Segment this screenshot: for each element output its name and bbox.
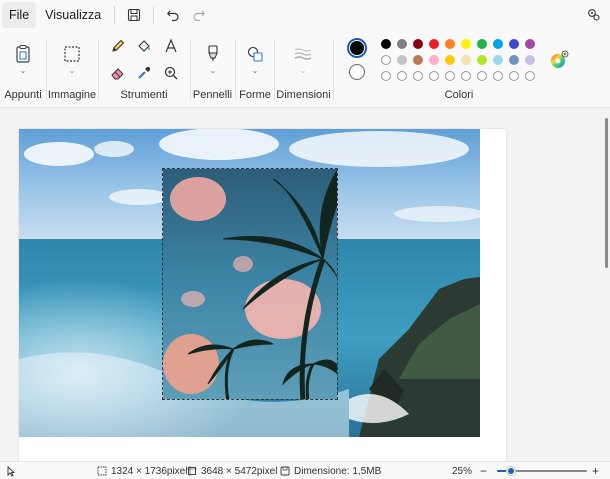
brushes-label: Pennelli [192,89,233,101]
empty-color-swatch[interactable] [397,71,407,81]
size-group: ⌄ Dimensioni [275,30,332,108]
save-icon[interactable] [121,2,147,28]
empty-color-swatch[interactable] [525,71,535,81]
clipboard-group: ⌄ Appunti [0,30,46,108]
clipboard-icon[interactable] [11,42,35,66]
pencil-icon[interactable] [106,34,130,58]
settings-icon[interactable] [582,3,606,27]
size-label: Dimensioni [276,89,331,101]
color-swatch[interactable] [381,39,391,49]
tools-group: Strumenti [99,30,189,108]
clipboard-label: Appunti [4,89,42,101]
file-menu[interactable]: File [2,2,37,28]
primary-color-swatch [350,41,364,55]
zoom-slider-track [497,464,587,478]
status-bar: 1324 × 1736pixel 3648 × 5472pixel Dimens… [0,461,610,479]
menu-separator [153,6,155,24]
tools-label: Strumenti [120,89,168,101]
pasted-selection[interactable] [162,168,338,400]
shapes-group: ⌄ Forme [236,30,274,108]
zoom-slider-thumb[interactable] [506,466,516,476]
color-picker-icon[interactable] [132,61,156,85]
color-swatch[interactable] [477,55,487,65]
color-swatch[interactable] [493,39,503,49]
pointer-icon [6,464,16,478]
colors-group: Colori [334,30,584,108]
menu-separator [114,6,116,24]
chevron-down-icon[interactable]: ⌄ [18,66,28,75]
image-label: Immagine [47,89,97,101]
edit-colors-icon[interactable] [547,48,571,72]
color-swatch[interactable] [381,55,391,65]
empty-color-swatch[interactable] [381,71,391,81]
zoom-out-icon[interactable]: − [480,464,487,478]
color-swatch[interactable] [429,39,439,49]
color-swatch[interactable] [525,55,535,65]
brushes-group: ⌄ Pennelli [191,30,234,108]
undo-icon[interactable] [160,2,186,28]
image-size-text: 3648 × 5472pixel [201,465,278,477]
chevron-down-icon[interactable]: ⌄ [250,66,260,75]
chevron-down-icon[interactable]: ⌄ [67,66,77,75]
color-swatch[interactable] [413,55,423,65]
stroke-size-icon[interactable] [291,42,315,66]
colors-label: Colori [444,89,474,101]
color-swatch[interactable] [429,55,439,65]
menu-bar: File Visualizza [0,0,610,30]
empty-color-swatch[interactable] [445,71,455,81]
empty-color-swatch[interactable] [477,71,487,81]
shapes-icon[interactable] [243,42,267,66]
canvas-workspace [0,108,610,461]
image-group: ⌄ Immagine [47,30,97,108]
selection-icon [97,466,107,476]
disk-icon [280,466,290,476]
chevron-down-icon[interactable]: ⌄ [208,66,218,75]
empty-color-swatch[interactable] [429,71,439,81]
selection-size-text: 1324 × 1736pixel [111,465,188,477]
color-swatch[interactable] [445,55,455,65]
empty-color-swatch[interactable] [509,71,519,81]
vertical-scrollbar[interactable] [605,118,608,268]
brush-icon[interactable] [201,42,225,66]
view-menu[interactable]: Visualizza [38,2,108,28]
chevron-down-icon: ⌄ [299,66,307,75]
text-icon[interactable] [159,34,183,58]
image-size-icon [187,466,197,476]
color-swatch[interactable] [509,39,519,49]
empty-color-swatch[interactable] [413,71,423,81]
color-swatch[interactable] [397,39,407,49]
zoom-slider[interactable] [497,464,587,478]
color-swatch[interactable] [509,55,519,65]
file-size-indicator: Dimensione: 1,5MB [280,464,381,478]
eraser-icon[interactable] [106,61,130,85]
color-swatch[interactable] [525,39,535,49]
shapes-label: Forme [239,89,271,101]
selection-size-indicator: 1324 × 1736pixel [97,464,187,478]
primary-color-button[interactable] [347,38,367,58]
image-size-indicator: 3648 × 5472pixel [187,464,277,478]
empty-color-swatch[interactable] [461,71,471,81]
color-swatch[interactable] [461,39,471,49]
color-swatch[interactable] [493,55,503,65]
color-swatch[interactable] [477,39,487,49]
color-swatch[interactable] [413,39,423,49]
zoom-in-icon[interactable]: + [592,464,599,478]
fill-icon[interactable] [132,34,156,58]
zoom-level-text[interactable]: 25% [452,464,472,478]
color-swatch[interactable] [461,55,471,65]
color-swatch[interactable] [445,39,455,49]
ribbon: ⌄ Appunti ⌄ Immagine Strumenti ⌄ Pennell… [0,30,610,108]
color-swatch[interactable] [397,55,407,65]
redo-icon[interactable] [186,2,212,28]
magnifier-icon[interactable] [159,61,183,85]
select-icon[interactable] [60,42,84,66]
secondary-color-button[interactable] [349,64,365,80]
empty-color-swatch[interactable] [493,71,503,81]
file-size-text: Dimensione: 1,5MB [294,465,382,477]
